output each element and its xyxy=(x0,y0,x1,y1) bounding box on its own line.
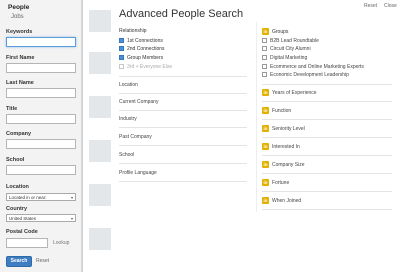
column-divider xyxy=(256,22,257,212)
header-reset-link[interactable]: Reset xyxy=(364,3,377,9)
checkbox-unchecked[interactable] xyxy=(119,64,124,70)
result-thumbnail xyxy=(89,140,111,162)
chevron-down-icon: ▾ xyxy=(70,216,73,221)
tab-jobs[interactable]: Jobs xyxy=(11,14,24,20)
checkbox-unchecked[interactable] xyxy=(262,72,267,78)
checkbox-unchecked[interactable] xyxy=(262,64,267,70)
premium-badge-icon: in xyxy=(262,125,269,132)
close-link[interactable]: Close xyxy=(384,3,397,9)
last-name-input[interactable] xyxy=(6,88,76,98)
facet-current-company[interactable]: Current Company xyxy=(119,99,247,105)
divider xyxy=(262,173,392,174)
facet-profile-language[interactable]: Profile Language xyxy=(119,170,247,176)
checkbox-checked[interactable] xyxy=(119,46,124,52)
divider xyxy=(262,191,392,192)
divider xyxy=(262,209,392,210)
group-option[interactable]: B2B Lead Roundtable xyxy=(262,38,319,45)
divider xyxy=(119,163,247,164)
search-sidebar: People Jobs Keywords First Name Last Nam… xyxy=(0,0,82,272)
country-select[interactable]: United States ▾ xyxy=(6,214,76,222)
divider xyxy=(119,76,247,77)
premium-badge-icon: in xyxy=(262,161,269,168)
group-option[interactable]: Ecommerce and Online Marketing Experts xyxy=(262,64,364,71)
facet-location[interactable]: Location xyxy=(119,82,247,88)
facet-function[interactable]: in Function xyxy=(262,107,392,115)
groups-facet-header[interactable]: in Groups xyxy=(262,28,288,35)
school-input[interactable] xyxy=(6,165,76,175)
checkbox-unchecked[interactable] xyxy=(262,38,267,44)
group-option[interactable]: Circuit City Alumni xyxy=(262,46,311,53)
relationship-label: Relationship xyxy=(119,28,147,34)
premium-badge-icon: in xyxy=(262,107,269,114)
premium-badge-icon: in xyxy=(262,143,269,150)
location-select-value: Located in or near: xyxy=(9,195,47,200)
group-option[interactable]: Economic Development Leadership xyxy=(262,72,349,79)
lookup-link[interactable]: Lookup xyxy=(53,240,69,246)
checkbox-unchecked[interactable] xyxy=(262,46,267,52)
facet-when-joined[interactable]: in When Joined xyxy=(262,197,392,205)
group-option[interactable]: Digital Marketing xyxy=(262,55,307,62)
keywords-label: Keywords xyxy=(6,29,33,35)
divider xyxy=(262,137,392,138)
divider xyxy=(119,181,247,182)
facet-years-of-experience[interactable]: in Years of Experience xyxy=(262,89,392,97)
result-thumbnail xyxy=(89,10,111,32)
divider xyxy=(262,84,392,85)
divider xyxy=(119,145,247,146)
location-select[interactable]: Located in or near: ▾ xyxy=(6,193,76,201)
result-thumbnail xyxy=(89,52,111,74)
first-name-input[interactable] xyxy=(6,63,76,73)
search-button[interactable]: Search xyxy=(6,256,32,267)
premium-badge-icon: in xyxy=(262,197,269,204)
result-thumbnail xyxy=(89,228,111,250)
facet-company-size[interactable]: in Company Size xyxy=(262,161,392,169)
divider xyxy=(262,119,392,120)
relationship-option-1st[interactable]: 1st Connections xyxy=(119,38,163,45)
company-input[interactable] xyxy=(6,139,76,149)
tab-people[interactable]: People xyxy=(8,4,29,11)
title-label: Title xyxy=(6,106,18,112)
checkbox-checked[interactable] xyxy=(119,55,124,61)
page-title: Advanced People Search xyxy=(119,8,244,20)
sidebar-reset-link[interactable]: Reset xyxy=(36,258,49,264)
chevron-down-icon: ▾ xyxy=(70,195,73,200)
postal-code-input[interactable] xyxy=(6,238,48,248)
location-label: Location xyxy=(6,184,29,190)
first-name-label: First Name xyxy=(6,55,35,61)
premium-badge-icon: in xyxy=(262,89,269,96)
facet-industry[interactable]: Industry xyxy=(119,116,247,122)
title-input[interactable] xyxy=(6,114,76,124)
divider xyxy=(262,101,392,102)
result-thumbnail xyxy=(89,96,111,118)
relationship-option-groups[interactable]: Group Members xyxy=(119,55,163,62)
facet-past-company[interactable]: Past Company xyxy=(119,134,247,140)
checkbox-unchecked[interactable] xyxy=(262,55,267,61)
divider xyxy=(119,127,247,128)
checkbox-checked[interactable] xyxy=(119,38,124,44)
facet-school[interactable]: School xyxy=(119,152,247,158)
keywords-input[interactable] xyxy=(6,37,76,47)
country-select-value: United States xyxy=(9,216,37,221)
school-label: School xyxy=(6,157,25,163)
relationship-option-3rd[interactable]: 3rd + Everyone Else xyxy=(119,64,172,71)
result-thumbnail xyxy=(89,184,111,206)
divider xyxy=(119,93,247,94)
premium-badge-icon: in xyxy=(262,28,269,35)
facet-interested-in[interactable]: in Interested In xyxy=(262,143,392,151)
company-label: Company xyxy=(6,131,32,137)
last-name-label: Last Name xyxy=(6,80,34,86)
country-label: Country xyxy=(6,206,28,212)
postal-code-label: Postal Code xyxy=(6,229,38,235)
divider xyxy=(262,155,392,156)
premium-badge-icon: in xyxy=(262,179,269,186)
facet-seniority-level[interactable]: in Seniority Level xyxy=(262,125,392,133)
facet-fortune[interactable]: in Fortune xyxy=(262,179,392,187)
relationship-option-2nd[interactable]: 2nd Connections xyxy=(119,46,165,53)
divider xyxy=(119,110,247,111)
